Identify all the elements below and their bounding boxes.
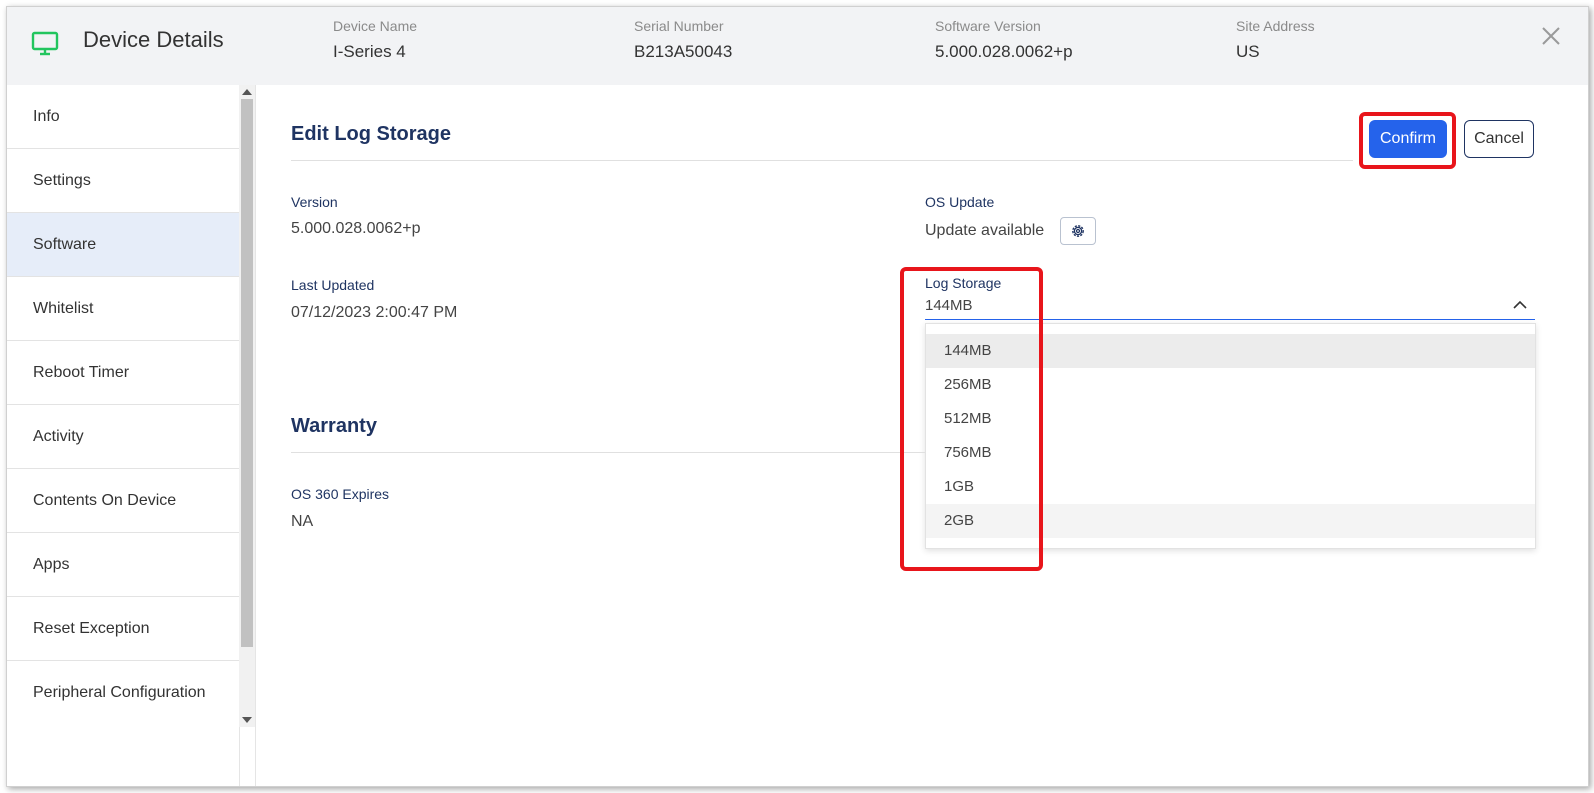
scroll-down-arrow-icon[interactable] bbox=[242, 717, 252, 723]
monitor-icon bbox=[31, 31, 59, 56]
dialog-header: Device Details Device Name I-Series 4 Se… bbox=[7, 7, 1588, 85]
sidebar-item-reboot-timer[interactable]: Reboot Timer bbox=[7, 341, 239, 405]
sidebar-item-settings[interactable]: Settings bbox=[7, 149, 239, 213]
cancel-button[interactable]: Cancel bbox=[1464, 120, 1534, 158]
software-version-label: Software Version bbox=[935, 18, 1041, 34]
scrollbar-thumb[interactable] bbox=[241, 99, 253, 647]
close-icon[interactable] bbox=[1540, 25, 1562, 47]
sidebar-item-apps[interactable]: Apps bbox=[7, 533, 239, 597]
edit-section-divider bbox=[291, 160, 1353, 161]
device-name-field: Device Name I-Series 4 bbox=[333, 18, 417, 62]
dialog-title: Device Details bbox=[83, 27, 224, 52]
device-details-dialog: Device Details Device Name I-Series 4 Se… bbox=[6, 6, 1589, 787]
log-storage-highlight-box bbox=[900, 267, 1043, 571]
edit-log-storage-title: Edit Log Storage bbox=[291, 123, 451, 145]
sidebar-nav: Info Settings Software Whitelist Reboot … bbox=[7, 85, 240, 786]
device-name-label: Device Name bbox=[333, 18, 418, 34]
site-address-field: Site Address US bbox=[1236, 18, 1315, 62]
version-value: 5.000.028.0062+p bbox=[291, 220, 421, 237]
sidebar-item-peripheral-configuration[interactable]: Peripheral Configuration bbox=[7, 661, 239, 725]
serial-number-field: Serial Number B213A50043 bbox=[634, 18, 732, 62]
sidebar-item-activity[interactable]: Activity bbox=[7, 405, 239, 469]
serial-number-label: Serial Number bbox=[634, 18, 724, 34]
content-divider bbox=[255, 85, 256, 786]
os-update-settings-button[interactable] bbox=[1060, 217, 1096, 245]
warranty-divider bbox=[291, 452, 925, 453]
sidebar-item-reset-exception[interactable]: Reset Exception bbox=[7, 597, 239, 661]
last-updated-label: Last Updated bbox=[291, 277, 375, 293]
version-label: Version bbox=[291, 194, 338, 210]
sidebar-item-whitelist[interactable]: Whitelist bbox=[7, 277, 239, 341]
gear-icon bbox=[1072, 225, 1084, 237]
os360-expires-label: OS 360 Expires bbox=[291, 486, 390, 502]
scroll-up-arrow-icon[interactable] bbox=[242, 89, 252, 95]
os-update-value: Update available bbox=[925, 222, 1045, 239]
last-updated-value: 07/12/2023 2:00:47 PM bbox=[291, 304, 458, 321]
serial-number-value: B213A50043 bbox=[634, 42, 733, 61]
sidebar-scrollbar[interactable] bbox=[239, 85, 255, 727]
sidebar-item-software[interactable]: Software bbox=[7, 213, 239, 277]
software-version-value: 5.000.028.0062+p bbox=[935, 42, 1073, 61]
site-address-label: Site Address bbox=[1236, 18, 1315, 34]
device-name-value: I-Series 4 bbox=[333, 42, 406, 61]
site-address-value: US bbox=[1236, 42, 1260, 61]
sidebar-item-contents-on-device[interactable]: Contents On Device bbox=[7, 469, 239, 533]
sidebar-item-info[interactable]: Info bbox=[7, 85, 239, 149]
os-update-label: OS Update bbox=[925, 194, 995, 210]
warranty-title: Warranty bbox=[291, 415, 377, 437]
confirm-highlight-box bbox=[1359, 112, 1456, 169]
chevron-up-icon[interactable] bbox=[1512, 299, 1528, 311]
os360-expires-value: NA bbox=[291, 513, 314, 530]
software-version-field: Software Version 5.000.028.0062+p bbox=[935, 18, 1073, 62]
